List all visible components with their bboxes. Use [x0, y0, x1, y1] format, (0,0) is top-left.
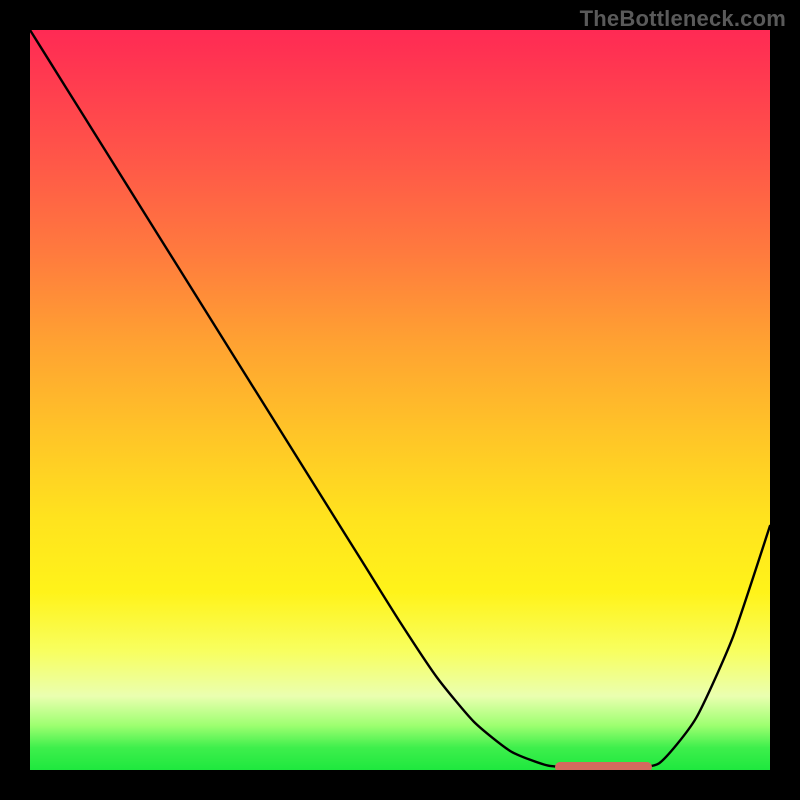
curve-svg — [30, 30, 770, 770]
optimal-range-marker — [555, 762, 651, 770]
chart-frame: TheBottleneck.com — [0, 0, 800, 800]
plot-area — [30, 30, 770, 770]
watermark-text: TheBottleneck.com — [580, 6, 786, 32]
bottleneck-curve — [30, 30, 770, 768]
